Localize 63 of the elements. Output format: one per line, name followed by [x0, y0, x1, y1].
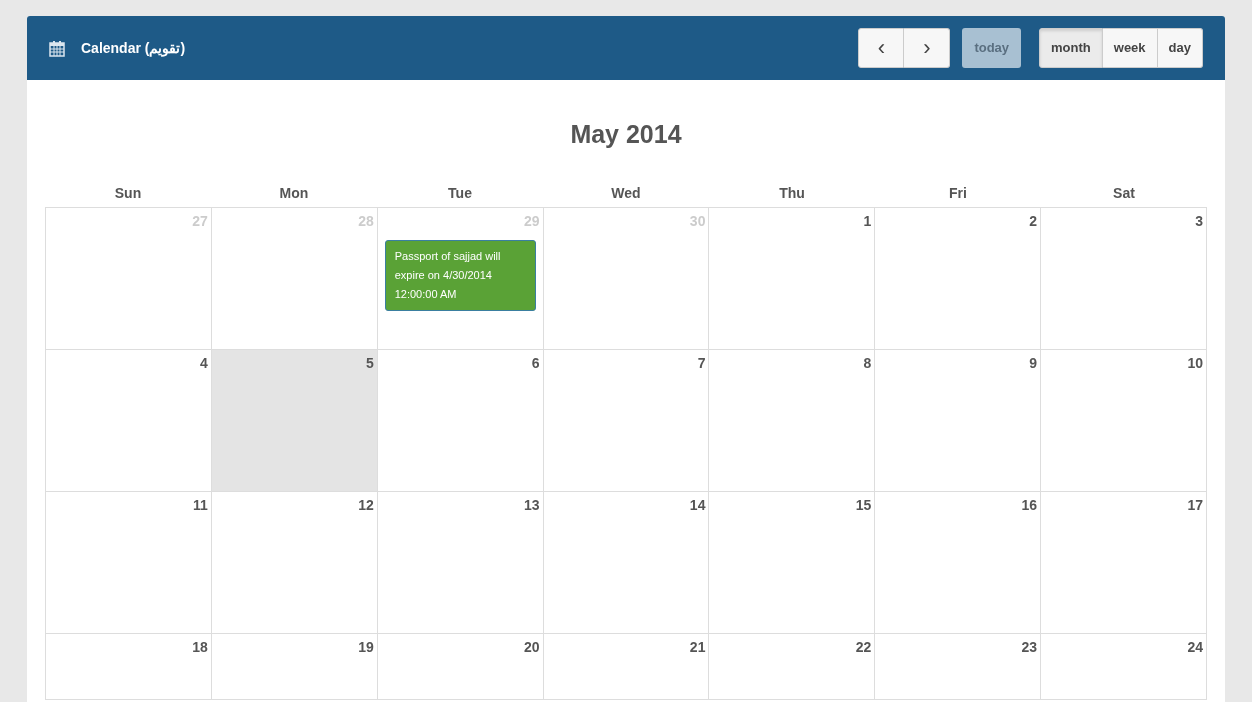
day-cell[interactable]: 2: [875, 208, 1042, 350]
day-cell[interactable]: 11: [46, 492, 212, 634]
day-cell[interactable]: 13: [377, 492, 544, 634]
day-number: 21: [689, 638, 706, 657]
view-tab[interactable]: day: [1157, 28, 1203, 68]
day-cell[interactable]: 21: [543, 634, 710, 700]
day-number: 19: [358, 638, 374, 657]
day-number: 8: [863, 354, 872, 373]
day-cell[interactable]: 8: [709, 350, 876, 492]
day-cell[interactable]: 19: [211, 634, 378, 700]
day-number: 7: [697, 354, 706, 373]
day-cell[interactable]: 5: [211, 350, 378, 492]
day-cell[interactable]: 10: [1041, 350, 1207, 492]
day-cell[interactable]: 20: [377, 634, 544, 700]
day-cell[interactable]: 14: [543, 492, 710, 634]
calendar-icon: [49, 39, 65, 57]
weekday-header: Wed: [610, 184, 642, 203]
day-cell[interactable]: 24: [1041, 634, 1207, 700]
day-cell[interactable]: 18: [46, 634, 212, 700]
day-number: 18: [192, 638, 208, 657]
day-number: 17: [1187, 496, 1203, 515]
day-number: 16: [1021, 496, 1038, 515]
month-title: May 2014: [569, 119, 683, 150]
day-cell[interactable]: 1: [709, 208, 876, 350]
day-cell[interactable]: 9: [875, 350, 1042, 492]
day-cell[interactable]: 16: [875, 492, 1042, 634]
day-number: 4: [200, 354, 208, 373]
next-button[interactable]: ›: [904, 28, 951, 68]
day-cell[interactable]: 6: [377, 350, 544, 492]
weekday-header: Mon: [278, 184, 310, 203]
day-cell[interactable]: 17: [1041, 492, 1207, 634]
day-number: 13: [524, 496, 540, 515]
day-number: 23: [1021, 638, 1038, 657]
panel-title: Calendar (تقويم): [81, 38, 186, 59]
day-number: 10: [1187, 354, 1203, 373]
day-cell[interactable]: 7: [543, 350, 710, 492]
day-number: 3: [1195, 212, 1203, 231]
weekday-header: Thu: [778, 184, 806, 203]
day-number: 12: [358, 496, 374, 515]
day-cell[interactable]: 15: [709, 492, 876, 634]
day-number: 1: [863, 212, 872, 231]
day-number: 9: [1029, 354, 1038, 373]
view-tab[interactable]: week: [1102, 28, 1158, 68]
day-number: 15: [855, 496, 872, 515]
weekday-header: Sat: [1112, 184, 1136, 203]
day-cell[interactable]: 12: [211, 492, 378, 634]
day-number: 5: [365, 354, 374, 373]
weekday-header: Sun: [113, 184, 143, 203]
previous-button[interactable]: ‹: [858, 28, 905, 68]
day-cell[interactable]: 23: [875, 634, 1042, 700]
day-cell[interactable]: 4: [46, 350, 212, 492]
view-tab[interactable]: month: [1039, 28, 1103, 68]
day-number: 6: [531, 354, 540, 373]
day-cell[interactable]: 3: [1041, 208, 1207, 350]
weekday-header: Fri: [948, 184, 968, 203]
day-number: 20: [524, 638, 540, 657]
day-cell[interactable]: 22: [709, 634, 876, 700]
day-number: 24: [1187, 638, 1203, 657]
day-number: 14: [689, 496, 706, 515]
day-number: 22: [855, 638, 872, 657]
weekday-header: Tue: [447, 184, 473, 203]
day-number: 11: [193, 496, 208, 515]
day-number: 2: [1029, 212, 1038, 231]
